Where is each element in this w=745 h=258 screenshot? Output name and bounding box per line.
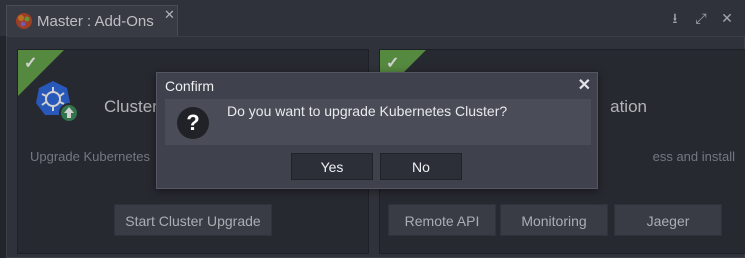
dialog-body: ? Do you want to upgrade Kubernetes Clus…	[165, 99, 591, 145]
question-icon: ?	[177, 107, 209, 139]
no-button[interactable]: No	[380, 153, 462, 180]
confirm-dialog: Confirm ✕ ? Do you want to upgrade Kuber…	[156, 72, 598, 189]
dialog-message: Do you want to upgrade Kubernetes Cluste…	[227, 103, 508, 119]
yes-button[interactable]: Yes	[291, 153, 373, 180]
dialog-close-icon[interactable]: ✕	[578, 75, 591, 95]
dialog-title: Confirm	[165, 78, 215, 94]
